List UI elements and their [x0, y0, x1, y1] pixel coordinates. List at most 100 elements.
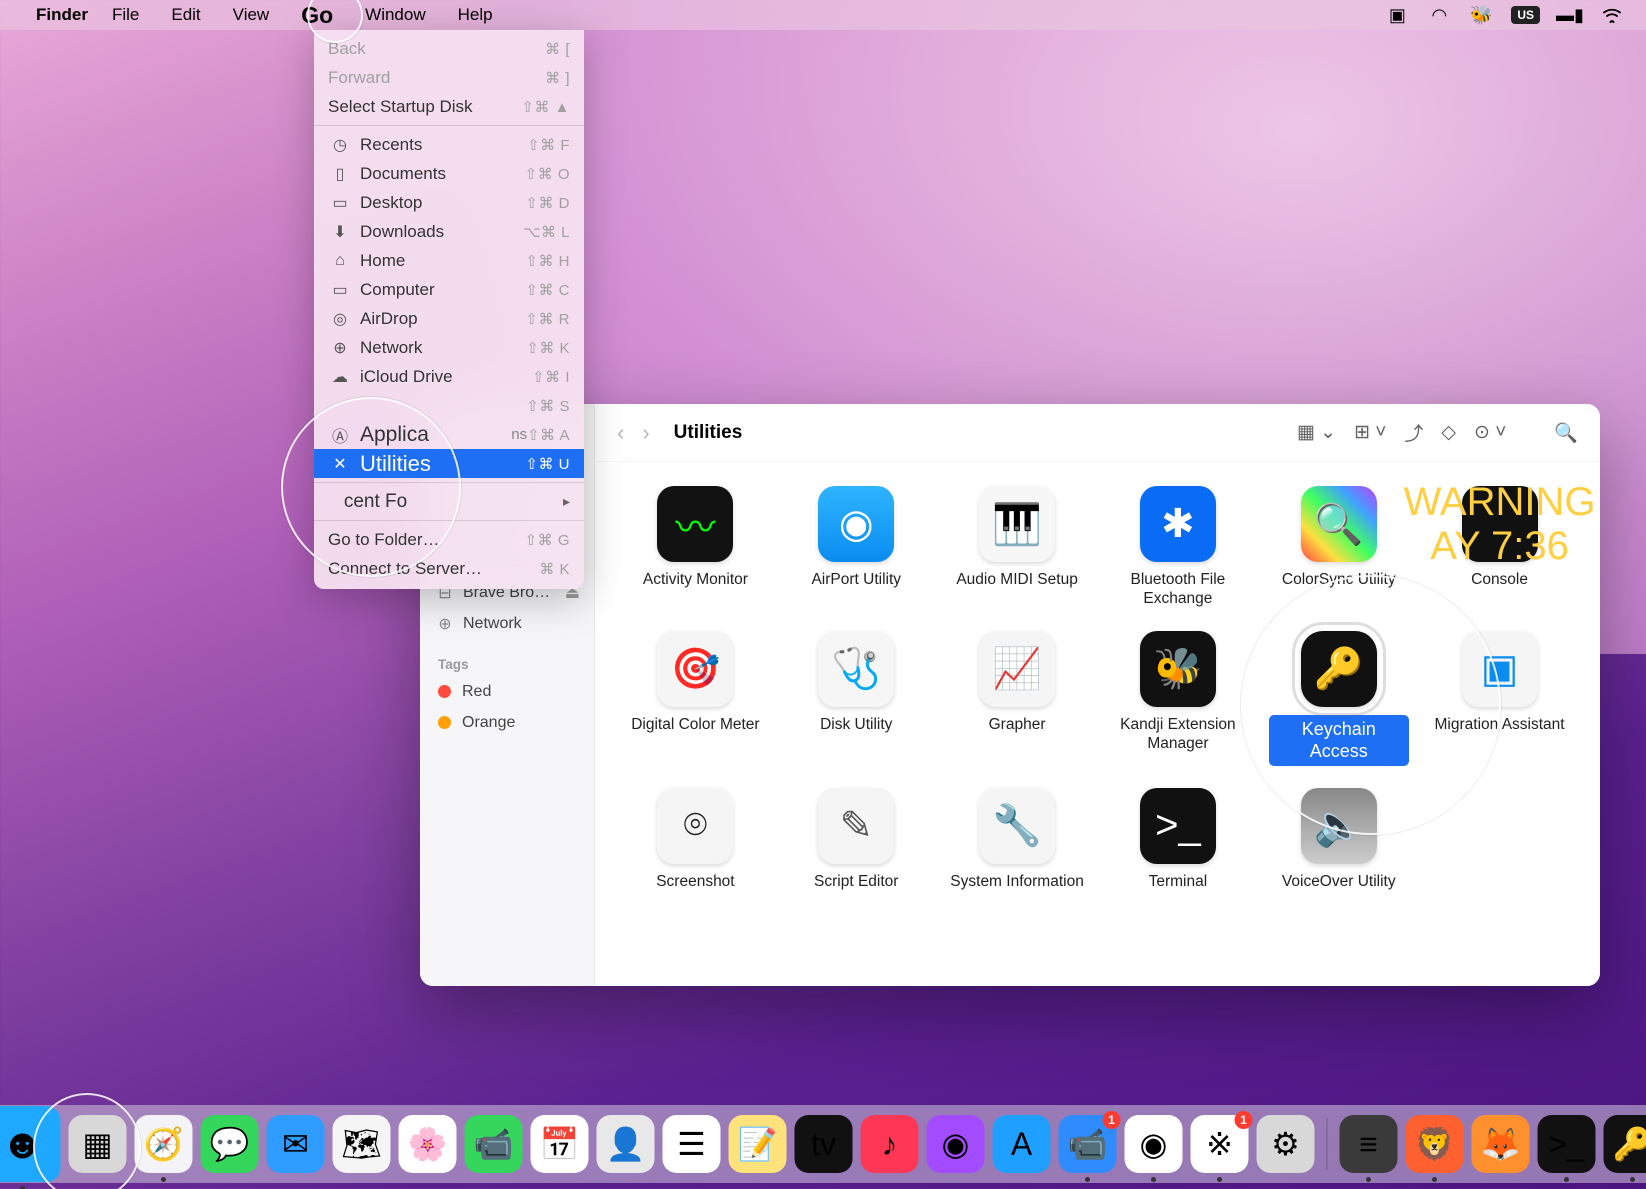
app-voiceover-utility[interactable]: 🔈VoiceOver Utility	[1262, 788, 1415, 891]
menu-edit[interactable]: Edit	[165, 3, 206, 27]
menu-view[interactable]: View	[227, 3, 276, 27]
go-desktop[interactable]: ▭Desktop⇧⌘ D	[314, 188, 584, 217]
go-recent-folders[interactable]: cent Fo▸	[314, 487, 584, 516]
go-documents[interactable]: ▯Documents⇧⌘ O	[314, 159, 584, 188]
app-label: Grapher	[989, 715, 1046, 734]
tags-button[interactable]: ◇	[1441, 421, 1456, 444]
go-recents[interactable]: ◷Recents⇧⌘ F	[314, 130, 584, 159]
app-audio-midi-setup[interactable]: 🎹 Audio MIDI Setup	[941, 486, 1094, 609]
dock-finder[interactable]: ☻	[0, 1106, 61, 1182]
go-to-folder[interactable]: Go to Folder…⇧⌘ G	[314, 525, 584, 554]
dock-maps[interactable]: 🗺	[333, 1115, 391, 1173]
dock-iterm[interactable]: >_	[1538, 1115, 1596, 1173]
dock-zoom[interactable]: 📹1	[1059, 1115, 1117, 1173]
dock-messages[interactable]: 💬	[201, 1115, 259, 1173]
screen-mirroring-icon[interactable]: ▣	[1385, 4, 1409, 26]
go-network[interactable]: ⊕Network⇧⌘ K	[314, 333, 584, 362]
dock-reminders[interactable]: ☰	[663, 1115, 721, 1173]
app-keychain-access[interactable]: 🔑Keychain Access	[1262, 631, 1415, 766]
download-icon: ⬇	[328, 222, 352, 242]
kandji-icon[interactable]: 🐝	[1469, 4, 1493, 26]
wifi-icon[interactable]	[1600, 4, 1624, 26]
menu-file[interactable]: File	[106, 3, 145, 27]
appstore-icon: Ⓐ	[328, 423, 352, 447]
dock-facetime[interactable]: 📹	[465, 1115, 523, 1173]
airdrop-icon: ◎	[328, 309, 352, 329]
dock-music[interactable]: ♪	[861, 1115, 919, 1173]
go-forward: Forward⌘ ]	[314, 63, 584, 92]
app-label: VoiceOver Utility	[1282, 872, 1396, 891]
app-icon: 🎯	[657, 631, 733, 707]
dock-sublime[interactable]: ≡	[1340, 1115, 1398, 1173]
app-terminal[interactable]: >_Terminal	[1101, 788, 1254, 891]
menu-go[interactable]: Go	[295, 0, 339, 31]
app-bluetooth-file-exchange[interactable]: ✱Bluetooth File Exchange	[1101, 486, 1254, 609]
app-icon: 🎹	[979, 486, 1055, 562]
app-activity-monitor[interactable]: 〰Activity Monitor	[619, 486, 772, 609]
dock-mail[interactable]: ✉	[267, 1115, 325, 1173]
input-source[interactable]: US	[1511, 6, 1540, 24]
nav-forward-button[interactable]: ›	[642, 420, 649, 446]
app-kandji-extension-manager[interactable]: 🐝Kandji Extension Manager	[1101, 631, 1254, 766]
nav-back-button[interactable]: ‹	[617, 420, 624, 446]
app-label: Screenshot	[656, 872, 734, 891]
clock-icon: ◷	[328, 135, 352, 155]
search-button[interactable]: 🔍	[1554, 421, 1578, 445]
dock-launchpad[interactable]: ▦	[69, 1115, 127, 1173]
app-migration-assistant[interactable]: ▣Migration Assistant	[1423, 631, 1576, 766]
sidebar-tag-orange[interactable]: Orange	[420, 707, 594, 738]
app-name[interactable]: Finder	[36, 5, 88, 25]
dock-brave[interactable]: 🦁	[1406, 1115, 1464, 1173]
app-disk-utility[interactable]: 🩺Disk Utility	[780, 631, 933, 766]
finder-icon-grid: 〰Activity Monitor◉AirPort Utility 🎹 Audio …	[619, 486, 1576, 891]
dock-calendar[interactable]: 📅	[531, 1115, 589, 1173]
dock-contacts[interactable]: 👤	[597, 1115, 655, 1173]
dock-tv[interactable]: tv	[795, 1115, 853, 1173]
utilities-icon: ✕	[328, 454, 352, 474]
sidebar-network[interactable]: ⊕Network	[420, 608, 594, 639]
dock-keychain[interactable]: 🔑	[1604, 1115, 1646, 1173]
go-icloud[interactable]: ☁iCloud Drive⇧⌘ I	[314, 362, 584, 391]
view-icons-button[interactable]: ▦ ⌄	[1297, 421, 1336, 444]
action-button[interactable]: ⊙ ˅	[1474, 421, 1506, 444]
app-label: Bluetooth File Exchange	[1108, 570, 1248, 609]
go-downloads[interactable]: ⬇Downloads⌥⌘ L	[314, 217, 584, 246]
icloud-icon: ☁	[328, 367, 352, 387]
dock-notes[interactable]: 📝	[729, 1115, 787, 1173]
go-applications[interactable]: ⒶApplicans⇧⌘ A	[314, 420, 584, 449]
app-airport-utility[interactable]: ◉AirPort Utility	[780, 486, 933, 609]
group-by-button[interactable]: ⊞ ˅	[1354, 421, 1386, 444]
menu-window[interactable]: Window	[359, 3, 431, 27]
dock-photos[interactable]: 🌸	[399, 1115, 457, 1173]
go-computer[interactable]: ▭Computer⇧⌘ C	[314, 275, 584, 304]
airpods-icon[interactable]: ◠	[1427, 4, 1451, 26]
dock-firefox[interactable]: 🦊	[1472, 1115, 1530, 1173]
network-icon: ⊕	[328, 338, 352, 358]
dock-appstore[interactable]: A	[993, 1115, 1051, 1173]
finder-title: Utilities	[674, 422, 743, 444]
app-label: Audio MIDI Setup	[956, 570, 1077, 589]
dock-chrome[interactable]: ◉	[1125, 1115, 1183, 1173]
battery-icon[interactable]: ▬▮	[1558, 4, 1582, 26]
menu-help[interactable]: Help	[452, 3, 499, 27]
go-hidden-s[interactable]: ⇧⌘ S	[314, 391, 584, 420]
share-button[interactable]: ⤴	[1404, 419, 1423, 446]
app-screenshot[interactable]: ⌾Screenshot	[619, 788, 772, 891]
dock-slack[interactable]: ※1	[1191, 1115, 1249, 1173]
dock-settings[interactable]: ⚙	[1257, 1115, 1315, 1173]
app-grapher[interactable]: 📈Grapher	[941, 631, 1094, 766]
app-console[interactable]: WARNING AY 7:36Console	[1423, 486, 1576, 609]
app-system-information[interactable]: 🔧System Information	[941, 788, 1094, 891]
dock-safari[interactable]: 🧭	[135, 1115, 193, 1173]
computer-icon: ▭	[328, 280, 352, 300]
app-colorsync-utility[interactable]: 🔍ColorSync Utility	[1262, 486, 1415, 609]
go-connect-server[interactable]: Connect to Server…⌘ K	[314, 554, 584, 583]
app-script-editor[interactable]: ✎Script Editor	[780, 788, 933, 891]
go-utilities[interactable]: ✕Utilities⇧⌘ U	[314, 449, 584, 478]
go-home[interactable]: ⌂Home⇧⌘ H	[314, 246, 584, 275]
dock-podcasts[interactable]: ◉	[927, 1115, 985, 1173]
go-airdrop[interactable]: ◎AirDrop⇧⌘ R	[314, 304, 584, 333]
app-digital-color-meter[interactable]: 🎯Digital Color Meter	[619, 631, 772, 766]
sidebar-tag-red[interactable]: Red	[420, 676, 594, 707]
go-startup-disk[interactable]: Select Startup Disk⇧⌘ ▲	[314, 92, 584, 121]
